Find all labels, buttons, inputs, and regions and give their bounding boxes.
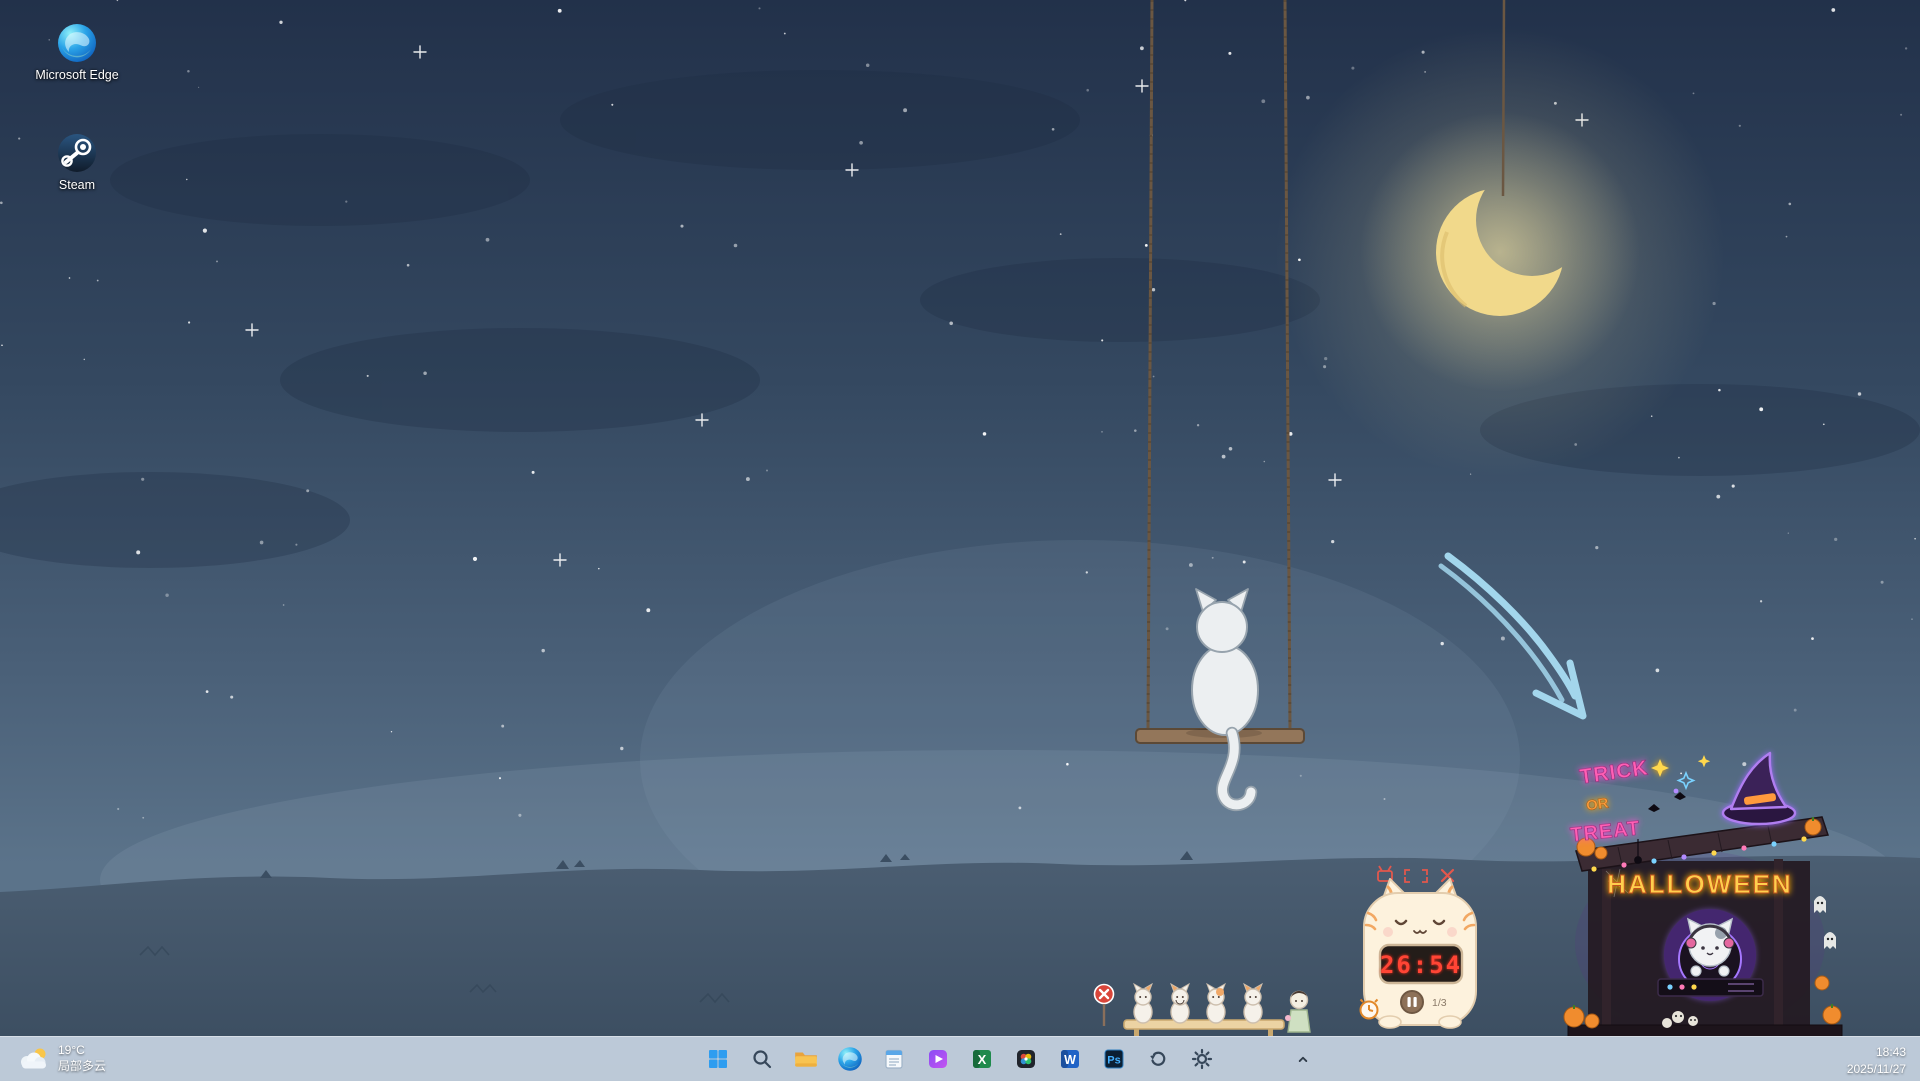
moon-rope (1503, 0, 1504, 196)
search-icon (750, 1047, 774, 1071)
mini-companion (1285, 991, 1310, 1032)
treat-text: TREAT (1569, 817, 1641, 846)
word-button[interactable]: W (1051, 1040, 1089, 1078)
tray-date: 2025/11/27 (1847, 1061, 1906, 1078)
desktop-icon-label: Microsoft Edge (35, 68, 118, 84)
dj-deck (1658, 979, 1763, 996)
tray-clock[interactable]: 18:43 2025/11/27 (1841, 1042, 1912, 1080)
svg-text:W: W (1064, 1053, 1076, 1067)
excel-icon: X (970, 1047, 994, 1071)
word-icon: W (1058, 1047, 1082, 1071)
or-text: OR (1585, 795, 1610, 815)
bench (1124, 1020, 1284, 1036)
cat-figures (1134, 984, 1262, 1023)
photos-icon (1014, 1047, 1038, 1071)
tray-time: 18:43 (1847, 1044, 1906, 1061)
svg-text:Ps: Ps (1107, 1055, 1120, 1067)
edge-taskbar-button[interactable] (831, 1040, 869, 1078)
steam-icon (56, 132, 98, 174)
notepad-button[interactable] (875, 1040, 913, 1078)
weather-condition: 局部多云 (58, 1059, 106, 1075)
media-player-button[interactable] (919, 1040, 957, 1078)
desktop: Microsoft Edge Steam (0, 0, 1920, 1080)
folder-icon (793, 1046, 819, 1072)
settings-button[interactable] (1183, 1040, 1221, 1078)
desktop-icon-label: Steam (59, 178, 95, 194)
stop-sign-icon[interactable] (1095, 985, 1114, 1027)
windows-start-icon (706, 1047, 730, 1071)
halloween-decoration-widget[interactable]: HALLOWEEN (1528, 743, 1850, 1041)
cats-row-widget[interactable] (1092, 976, 1334, 1038)
timer-pause-button[interactable] (1401, 991, 1423, 1013)
tray-expand-button[interactable] (1288, 1044, 1318, 1074)
chevron-up-icon (1293, 1049, 1313, 1069)
notepad-icon (882, 1047, 906, 1071)
desktop-icon-microsoft-edge[interactable]: Microsoft Edge (29, 22, 125, 84)
media-player-icon (926, 1047, 950, 1071)
weather-icon (18, 1045, 50, 1073)
timer-counter: 1/3 (1432, 997, 1447, 1009)
witch-hat-icon (1723, 753, 1795, 824)
trick-text: TRICK (1578, 756, 1650, 788)
cat-timer-widget[interactable]: 26:54 1/3 (1352, 861, 1489, 1037)
photos-button[interactable] (1007, 1040, 1045, 1078)
gear-icon (1190, 1047, 1214, 1071)
timer-time: 26:54 (1380, 951, 1462, 979)
edge-icon (837, 1046, 863, 1072)
search-button[interactable] (743, 1040, 781, 1078)
timer-display: 26:54 (1380, 945, 1462, 983)
sync-button[interactable] (1139, 1040, 1177, 1078)
halloween-sign: HALLOWEEN (1607, 869, 1793, 899)
svg-text:X: X (978, 1052, 987, 1067)
timer-close-button[interactable] (1442, 870, 1453, 881)
edge-icon (56, 22, 98, 64)
taskbar-center: X W (699, 1040, 1221, 1078)
file-explorer-button[interactable] (787, 1040, 825, 1078)
desktop-icon-steam[interactable]: Steam (29, 132, 125, 194)
star-icons (1651, 755, 1710, 793)
excel-button[interactable]: X (963, 1040, 1001, 1078)
photoshop-icon: Ps (1102, 1047, 1126, 1071)
start-button[interactable] (699, 1040, 737, 1078)
bat-icon (1648, 792, 1686, 812)
photoshop-button[interactable]: Ps (1095, 1040, 1133, 1078)
weather-widget[interactable]: 19°C 局部多云 (8, 1039, 116, 1079)
timer-fullscreen-button[interactable] (1405, 870, 1427, 882)
sync-icon (1146, 1047, 1170, 1071)
weather-temperature: 19°C (58, 1043, 106, 1059)
taskbar: 19°C 局部多云 (0, 1036, 1920, 1081)
